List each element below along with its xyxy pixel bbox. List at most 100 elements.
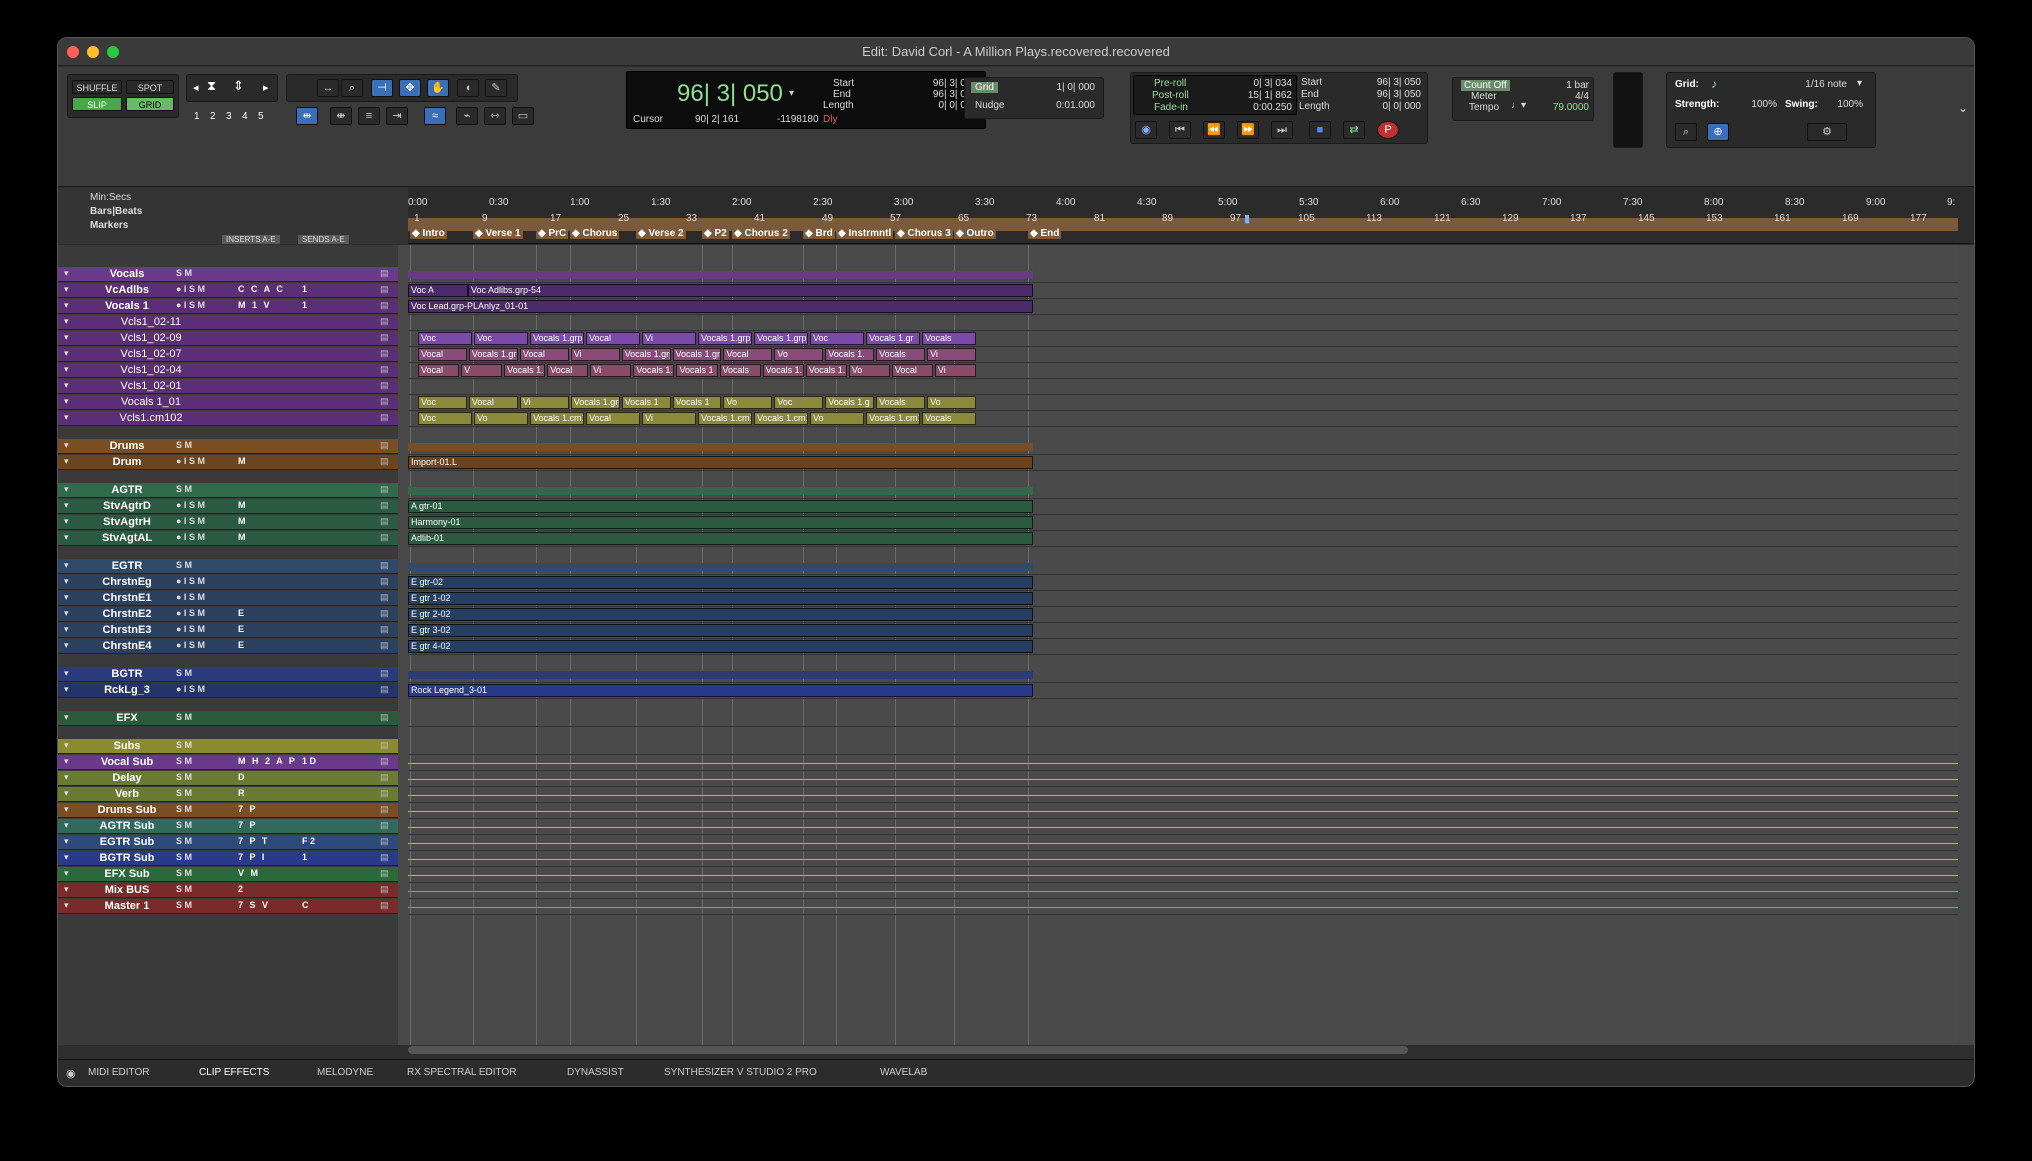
minsecs-ruler-label[interactable]: Min:Secs [90, 192, 131, 203]
audio-clip[interactable]: Voc [774, 396, 824, 409]
track-options-icon[interactable]: ▤ [380, 332, 389, 343]
audio-clip[interactable]: Adlib-01 [408, 532, 1033, 545]
audio-clip[interactable]: Vocals 1.cm1 [698, 412, 752, 425]
audio-clip[interactable]: E gtr 4-02 [408, 640, 1033, 653]
toolbar-menu-icon[interactable]: ⌄ [1958, 101, 1968, 115]
track-header-vcls1-02-01[interactable]: ▾ Vcls1_02-01 ▤ [58, 379, 398, 394]
track-header-rcklg-3[interactable]: ▾ RckLg_3 ● I S M ▤ [58, 683, 398, 698]
track-options-icon[interactable]: ▤ [380, 820, 389, 831]
audio-clip[interactable]: Rock Legend_3-01 [408, 684, 1033, 697]
inserts-slots[interactable]: 7 P [238, 820, 258, 830]
track-expand-icon[interactable]: ▾ [64, 396, 69, 407]
track-header-bgtr-sub[interactable]: ▾ BGTR Sub S M 7 P I 1 ▤ [58, 851, 398, 866]
tempo-value[interactable]: 79.0000 [1533, 102, 1589, 113]
audio-clip[interactable]: Vocals 1 [672, 396, 722, 409]
track-options-icon[interactable]: ▤ [380, 284, 389, 295]
audio-clip[interactable]: Vocals [922, 332, 976, 345]
audio-clip[interactable]: Voc [810, 332, 864, 345]
track-header-mix-bus[interactable]: ▾ Mix BUS S M 2 ▤ [58, 883, 398, 898]
keyboard-focus-icon[interactable]: ▭ [512, 107, 534, 125]
track-expand-icon[interactable]: ▾ [64, 820, 69, 831]
track-name[interactable]: Vcls1_02-11 [106, 316, 196, 328]
track-options-icon[interactable]: ▤ [380, 884, 389, 895]
gear-icon[interactable]: ⚙ [1807, 123, 1847, 141]
track-expand-icon[interactable]: ▾ [64, 756, 69, 767]
audio-clip[interactable]: Vocals 1. [825, 348, 875, 361]
count-off-label[interactable]: Count Off [1461, 80, 1510, 91]
zoom-button[interactable] [107, 46, 119, 58]
markers-ruler-label[interactable]: Markers [90, 220, 128, 231]
audio-clip[interactable]: E gtr 1-02 [408, 592, 1033, 605]
track-expand-icon[interactable]: ▾ [64, 852, 69, 863]
track-expand-icon[interactable]: ▾ [64, 772, 69, 783]
marker-label[interactable]: ◆ Verse 1 [473, 228, 523, 239]
solo-mute-buttons[interactable]: S M [176, 820, 192, 830]
sends-column-label[interactable]: SENDS A-E [298, 235, 349, 244]
solo-mute-buttons[interactable]: S M [176, 788, 192, 798]
audio-clip[interactable]: E gtr-02 [408, 576, 1033, 589]
track-name[interactable]: Drums [82, 440, 172, 452]
inserts-slots[interactable]: D [238, 772, 247, 782]
marker-label[interactable]: ◆ PrC [536, 228, 569, 239]
solo-mute-buttons[interactable]: ● I S M [176, 532, 205, 542]
counter-dropdown-icon[interactable]: ▾ [789, 88, 794, 99]
audio-clip[interactable]: Vocals [922, 412, 976, 425]
track-header-vocal-sub[interactable]: ▾ Vocal Sub S M M H 2 A P 1 D ▤ [58, 755, 398, 770]
transport-end-value[interactable]: 96| 3| 050 [1351, 89, 1421, 100]
audio-clip[interactable]: Vo [723, 396, 773, 409]
barsbeats-ruler-label[interactable]: Bars|Beats [90, 206, 142, 217]
track-header-chrstne3[interactable]: ▾ ChrstnE3 ● I S M E ▤ [58, 623, 398, 638]
marker-label[interactable]: ◆ Outro [954, 228, 996, 239]
solo-mute-buttons[interactable]: S M [176, 756, 192, 766]
track-header-vcls1-02-11[interactable]: ▾ Vcls1_02-11 ▤ [58, 315, 398, 330]
track-options-icon[interactable]: ▤ [380, 412, 389, 423]
fadein-label[interactable]: Fade-in [1154, 102, 1188, 113]
track-options-icon[interactable]: ▤ [380, 268, 389, 279]
audio-clip[interactable]: Vocals [876, 396, 926, 409]
track-header-drums-sub[interactable]: ▾ Drums Sub S M 7 P ▤ [58, 803, 398, 818]
track-expand-icon[interactable]: ▾ [64, 640, 69, 651]
audio-clip[interactable]: Vo [927, 396, 976, 409]
track-header-subs[interactable]: ▾ Subs S M ▤ [58, 739, 398, 754]
track-name[interactable]: Vcls1_02-09 [106, 332, 196, 344]
audio-clip[interactable]: Voc [418, 412, 472, 425]
inserts-slots[interactable]: 7 P [238, 804, 258, 814]
track-options-icon[interactable]: ▤ [380, 316, 389, 327]
track-name[interactable]: ChrstnE3 [82, 624, 172, 636]
track-name[interactable]: StvAgtrD [82, 500, 172, 512]
audio-clip[interactable]: Vocal [519, 348, 569, 361]
sends-slots[interactable]: F 2 [302, 836, 315, 846]
zoom-preset-3[interactable]: 3 [226, 112, 232, 122]
online-icon[interactable]: ◉ [1135, 121, 1157, 139]
marker-label[interactable]: ◆ Instrmntl [836, 228, 894, 239]
track-name[interactable]: Drum [82, 456, 172, 468]
track-expand-icon[interactable]: ▾ [64, 884, 69, 895]
postroll-value[interactable]: 15| 1| 862 [1218, 90, 1292, 101]
audio-clip[interactable]: Vocals 1.grp_02 [672, 348, 722, 361]
track-options-icon[interactable]: ▤ [380, 380, 389, 391]
track-header-drums[interactable]: ▾ Drums S M ▤ [58, 439, 398, 454]
shuffle-button[interactable]: SHUFFLE [72, 80, 122, 94]
solo-mute-buttons[interactable]: ● I S M [176, 608, 205, 618]
track-options-icon[interactable]: ▤ [380, 756, 389, 767]
audio-clip[interactable]: Vocals 1.cm1.g [866, 412, 920, 425]
track-header-vocals-1-01[interactable]: ▾ Vocals 1_01 ▤ [58, 395, 398, 410]
track-header-bgtr[interactable]: ▾ BGTR S M ▤ [58, 667, 398, 682]
track-expand-icon[interactable]: ▾ [64, 836, 69, 847]
audio-clip[interactable]: Vocals 1.grp_0 [754, 332, 808, 345]
swing-value[interactable]: 100% [1823, 99, 1863, 110]
track-name[interactable]: ChrstnE2 [82, 608, 172, 620]
track-options-icon[interactable]: ▤ [380, 668, 389, 679]
track-expand-icon[interactable]: ▾ [64, 560, 69, 571]
solo-mute-buttons[interactable]: ● I S M [176, 516, 205, 526]
track-options-icon[interactable]: ▤ [380, 484, 389, 495]
solo-mute-buttons[interactable]: ● I S M [176, 592, 205, 602]
link-timeline-icon[interactable]: ⇹ [296, 107, 318, 125]
solo-mute-buttons[interactable]: ● I S M [176, 300, 205, 310]
track-header-vcls1-cm102[interactable]: ▾ Vcls1.cm102 ▤ [58, 411, 398, 426]
audio-clip[interactable]: Vocals 1.grp_ [698, 332, 752, 345]
track-expand-icon[interactable]: ▾ [64, 804, 69, 815]
track-header-stvagtrh[interactable]: ▾ StvAgtrH ● I S M M ▤ [58, 515, 398, 530]
track-options-icon[interactable]: ▤ [380, 900, 389, 911]
inserts-slots[interactable]: C C A C [238, 284, 285, 294]
